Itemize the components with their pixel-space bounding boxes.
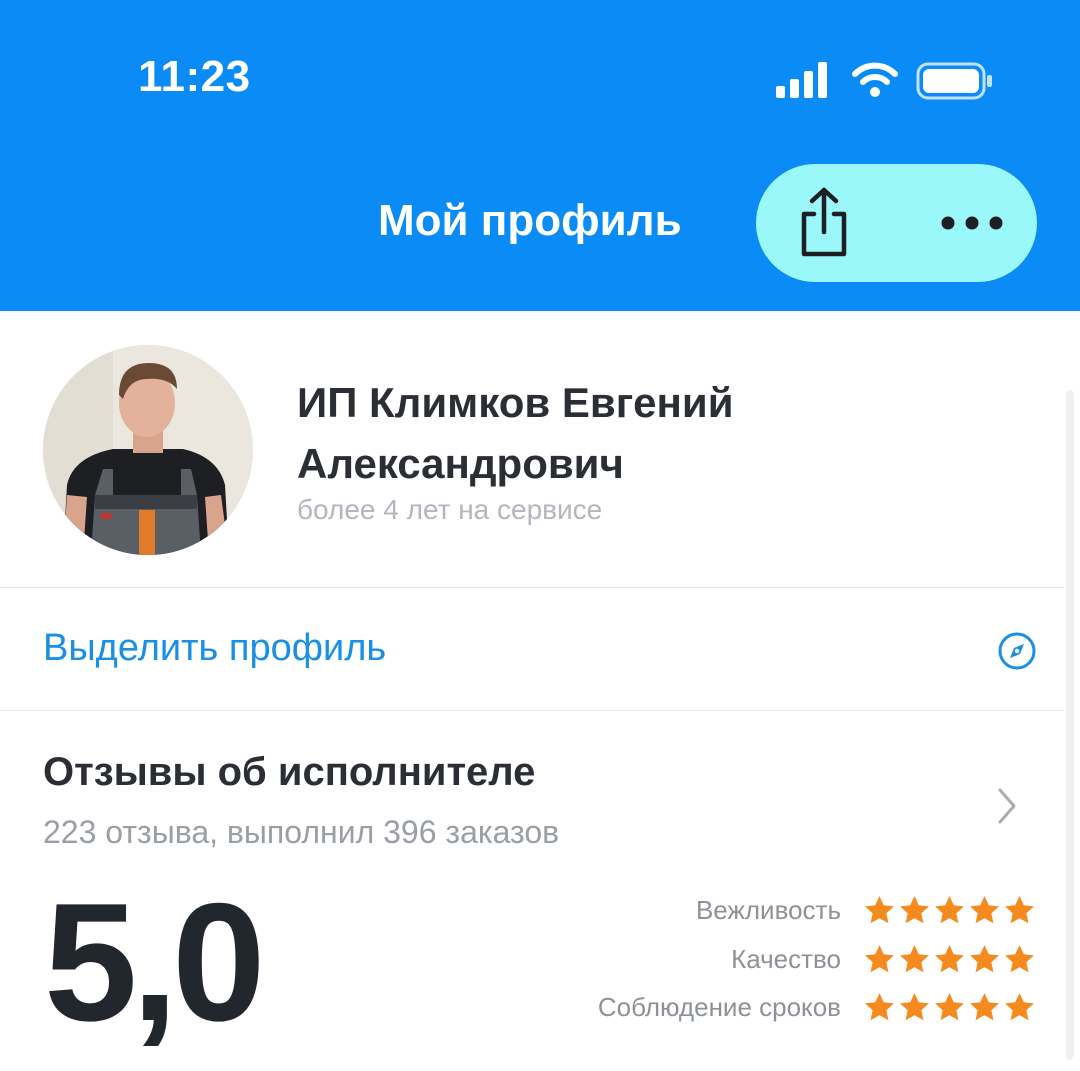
status-time: 11:23 — [138, 52, 251, 101]
profile-name: ИП Климков Евгений Александрович — [297, 379, 734, 487]
star-icon — [900, 992, 929, 1020]
star-rating — [863, 991, 1036, 1024]
star-icon — [865, 944, 894, 972]
wifi-icon — [852, 62, 898, 97]
share-icon[interactable] — [792, 186, 856, 260]
chevron-right-icon[interactable] — [996, 786, 1018, 826]
star-icon — [970, 944, 999, 972]
highlight-profile-link[interactable]: Выделить профиль — [43, 627, 386, 670]
star-icon — [900, 944, 929, 972]
cellular-signal-icon — [776, 62, 827, 98]
rating-label: Соблюдение сроков — [597, 991, 841, 1022]
rating-label: Качество — [731, 943, 841, 974]
rating-row-quality: Качество — [731, 939, 1036, 979]
reviews-title[interactable]: Отзывы об исполнителе — [43, 750, 535, 795]
avatar-photo — [43, 345, 253, 555]
star-rating — [863, 894, 1036, 927]
more-dots-icon[interactable] — [938, 206, 1006, 240]
reviews-summary: 223 отзыва, выполнил 396 заказов — [43, 814, 560, 850]
divider — [0, 587, 1064, 588]
battery-icon — [916, 62, 992, 100]
star-icon — [1005, 944, 1034, 972]
star-icon — [935, 895, 964, 923]
star-icon — [970, 895, 999, 923]
star-icon — [900, 895, 929, 923]
nav-actions-pill — [756, 164, 1037, 282]
star-icon — [865, 895, 894, 923]
star-icon — [935, 944, 964, 972]
top-header: 11:23 Мой профиль — [0, 0, 1080, 311]
rating-row-politeness: Вежливость — [696, 890, 1036, 930]
star-icon — [1005, 895, 1034, 923]
star-icon — [865, 992, 894, 1020]
star-icon — [1005, 992, 1034, 1020]
page-title: Мой профиль — [378, 196, 682, 245]
overall-rating: 5,0 — [44, 868, 266, 1056]
rating-label: Вежливость — [695, 894, 841, 925]
divider — [0, 710, 1064, 711]
profile-tenure: более 4 лет на сервисе — [297, 494, 603, 525]
star-icon — [970, 992, 999, 1020]
star-icon — [935, 992, 964, 1020]
star-rating — [863, 943, 1036, 976]
avatar[interactable] — [43, 345, 253, 555]
compass-icon[interactable] — [997, 631, 1037, 671]
scrollbar[interactable] — [1066, 390, 1074, 1060]
rating-row-deadlines: Соблюдение сроков — [598, 987, 1036, 1027]
